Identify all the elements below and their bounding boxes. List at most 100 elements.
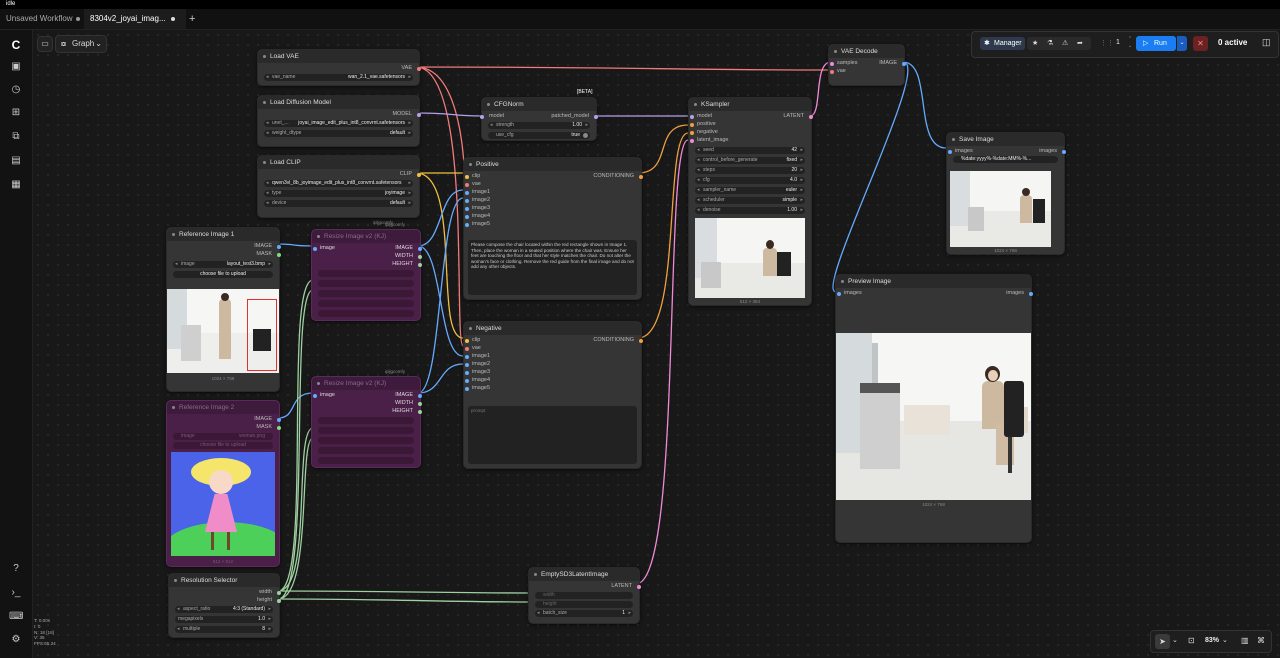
node-positive-prompt[interactable]: Positive clip vae image1 image2 image3 i… — [463, 157, 643, 300]
upload-button[interactable]: choose file to upload — [173, 442, 273, 449]
zoom-level[interactable]: 83% — [1205, 637, 1219, 644]
output-dot-image[interactable] — [902, 62, 906, 66]
node-save-image[interactable]: Save Image images images %date:yyyy%-%da… — [946, 132, 1066, 255]
input-images[interactable]: images — [955, 148, 973, 155]
output-clip[interactable]: CLIP — [400, 171, 412, 178]
input-image3[interactable]: image3 — [472, 205, 490, 212]
widget-resize-param[interactable] — [318, 310, 414, 317]
output-vae[interactable]: VAE — [401, 65, 412, 72]
widget-resize-param[interactable] — [318, 437, 414, 444]
widget-megapixels[interactable]: megapixels 1.0 ▸ — [175, 616, 273, 623]
widget-filename-prefix[interactable]: %date:yyyy%-%date:MM%-%... — [953, 156, 1058, 163]
node-reference-image-2[interactable]: Reference Image 2 IMAGE MASK image woman.… — [166, 400, 281, 567]
toggle-knob[interactable] — [583, 133, 588, 138]
input-latent-image[interactable]: latent_image — [697, 137, 729, 144]
output-image[interactable]: IMAGE — [395, 392, 413, 399]
star-icon[interactable]: ★ — [1032, 37, 1038, 50]
output-dot-model[interactable] — [417, 113, 421, 117]
output-images[interactable]: images — [1039, 148, 1057, 155]
widget-resize-param[interactable] — [318, 447, 414, 454]
queue-count-input[interactable]: 1 — [1116, 39, 1120, 46]
input-image4[interactable]: image4 — [472, 213, 490, 220]
widget-resize-param[interactable] — [318, 270, 414, 277]
output-patched-model[interactable]: patched_model — [551, 113, 589, 120]
node-empty-sd3-latent-image[interactable]: EmptySD3LatentImage LATENT width height … — [528, 567, 641, 624]
output-width[interactable]: WIDTH — [395, 253, 413, 260]
output-dot-conditioning[interactable] — [639, 339, 643, 343]
output-dot-patched-model[interactable] — [594, 115, 598, 119]
select-tool-icon[interactable]: ➤ — [1155, 634, 1170, 649]
active-jobs-label[interactable]: 0 active — [1218, 38, 1247, 47]
input-image4[interactable]: image4 — [472, 377, 490, 384]
warning-icon[interactable]: ⚠ — [1062, 37, 1068, 50]
minimap-icon[interactable]: ▥ — [1241, 636, 1249, 645]
graph-mode-button[interactable]: ⧇ Graph ⌄ — [55, 35, 107, 53]
node-resize-image-1[interactable]: Resize Image v2 (KJ) image IMAGE WIDTH H… — [311, 229, 422, 321]
drag-handle-icon[interactable]: ⋮⋮ — [1100, 39, 1114, 47]
input-clip[interactable]: clip — [472, 173, 480, 180]
widget-multiple[interactable]: ◂ multiple 8 ▸ — [175, 626, 273, 633]
output-height[interactable]: HEIGHT — [392, 408, 413, 415]
node-resize-image-2[interactable]: Resize Image v2 (KJ) image IMAGE WIDTH H… — [311, 376, 422, 468]
tab-unsaved-workflow[interactable]: Unsaved Workflow — [0, 9, 88, 29]
output-image[interactable]: IMAGE — [395, 245, 413, 252]
terminal-icon[interactable]: ›_ — [9, 586, 23, 600]
output-latent[interactable]: LATENT — [611, 583, 632, 590]
output-images[interactable]: images — [1006, 290, 1024, 297]
widget-clip-device[interactable]: ◂ device default ▸ — [264, 200, 413, 207]
input-image[interactable]: image — [320, 392, 335, 399]
widget-resize-param[interactable] — [318, 457, 414, 464]
input-image[interactable]: image — [320, 245, 335, 252]
flask-icon[interactable]: ⚗ — [1047, 37, 1053, 50]
output-mask[interactable]: MASK — [256, 424, 272, 431]
widget-seed[interactable]: ◂ seed 42 ▸ — [695, 147, 805, 154]
images-icon[interactable]: ▣ — [9, 60, 23, 74]
templates-icon[interactable]: ▦ — [9, 178, 23, 192]
widget-height[interactable]: height — [535, 601, 633, 608]
run-button[interactable]: ▷ Run — [1136, 36, 1176, 51]
input-dot-model[interactable] — [480, 115, 484, 119]
input-vae[interactable]: vae — [837, 68, 846, 75]
link-visibility-icon[interactable]: ⌘ — [1257, 636, 1265, 645]
upload-button[interactable]: choose file to upload — [173, 271, 273, 278]
widget-image-file[interactable]: ◂ image layout_test3.bmp ▸ — [173, 261, 273, 268]
run-options-dropdown[interactable]: ⌄ — [1177, 36, 1187, 51]
negative-prompt-textarea[interactable]: prompt — [468, 406, 637, 464]
output-mask[interactable]: MASK — [256, 251, 272, 258]
positive-prompt-textarea[interactable]: Please compose the chair located within … — [468, 240, 637, 295]
output-width[interactable]: width — [259, 589, 272, 596]
node-resolution-selector[interactable]: Resolution Selector width height ◂ aspect… — [168, 573, 281, 638]
widget-resize-param[interactable] — [318, 280, 414, 287]
comfy-logo-icon[interactable]: C — [9, 38, 23, 52]
widget-scheduler[interactable]: ◂ scheduler simple ▸ — [695, 197, 805, 204]
output-image[interactable]: IMAGE — [254, 416, 272, 423]
output-conditioning[interactable]: CONDITIONING — [593, 173, 634, 180]
widget-denoise[interactable]: ◂ denoise 1.00 ▸ — [695, 207, 805, 214]
widget-resize-param[interactable] — [318, 417, 414, 424]
output-dot-conditioning[interactable] — [639, 175, 643, 179]
settings-gear-icon[interactable]: ⚙ — [9, 633, 23, 647]
widget-image-file[interactable]: image woman.png — [173, 433, 273, 440]
input-image2[interactable]: image2 — [472, 361, 490, 368]
model-library-icon[interactable]: ⧉ — [9, 130, 23, 144]
fit-view-icon[interactable]: ⊡ — [1188, 636, 1195, 645]
widget-clip-type[interactable]: ◂ type joyimage ▸ — [264, 190, 413, 197]
input-model[interactable]: model — [697, 113, 712, 120]
output-conditioning[interactable]: CONDITIONING — [593, 337, 634, 344]
node-load-clip[interactable]: Load CLIP CLIP ◂ qwen3vl_8b_joyimage_edit… — [257, 155, 421, 218]
node-ksampler[interactable]: KSampler model positive negative latent_… — [688, 97, 813, 306]
node-reference-image-1[interactable]: Reference Image 1 IMAGE MASK ◂ image layou… — [166, 227, 281, 392]
input-image3[interactable]: image3 — [472, 369, 490, 376]
widget-weight-dtype[interactable]: ◂ weight_dtype default ▸ — [264, 130, 413, 137]
graph-canvas[interactable]: ▭ ⧇ Graph ⌄ ✱ Manager ★ ⚗ ⚠ ➦ ⋮⋮ 1 ⌃ ⌄ ▷ … — [33, 30, 1280, 658]
widget-unet-name[interactable]: ◂ unet_... joyai_image_edit_plus_int8_conv… — [264, 120, 413, 127]
input-image1[interactable]: image1 — [472, 353, 490, 360]
input-image1[interactable]: image1 — [472, 189, 490, 196]
node-library-icon[interactable]: ⊞ — [9, 106, 23, 120]
input-image2[interactable]: image2 — [472, 197, 490, 204]
input-vae[interactable]: vae — [472, 181, 481, 188]
manager-button[interactable]: ✱ Manager — [980, 37, 1025, 50]
input-model[interactable]: model — [489, 113, 504, 120]
new-tab-button[interactable]: + — [183, 9, 195, 29]
input-image5[interactable]: image5 — [472, 385, 490, 392]
